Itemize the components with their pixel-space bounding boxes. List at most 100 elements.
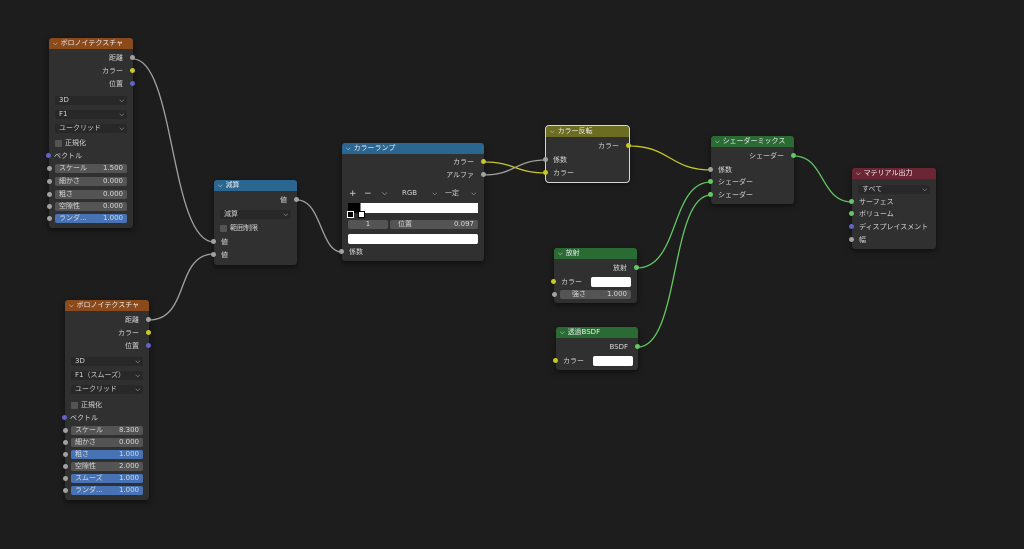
stop-handle-white[interactable] (358, 211, 365, 218)
normalize-checkbox[interactable]: 正規化 (55, 139, 86, 148)
chevron-down-icon[interactable]: ⌵ (550, 126, 555, 137)
color-ramp-node[interactable]: ⌵ カラーランプ カラー アルファ + − ⌵ RGB ⌵ 一定 ⌵ 1 位置 0.09… (339, 143, 486, 261)
voronoi-texture-node-1[interactable]: ⌵ ボロノイテクスチャ 距離 カラー 位置 3D ⌵ F1 ⌵ ユークリッド ⌵ 正規化… (46, 38, 135, 228)
interpolation-dropdown[interactable]: 一定 ⌵ (441, 189, 479, 198)
operation-dropdown[interactable]: 減算 ⌵ (220, 210, 291, 219)
socket-icon[interactable] (543, 157, 548, 162)
node-header[interactable]: ⌵ マテリアル出力 (852, 168, 936, 179)
socket-icon[interactable] (339, 249, 344, 254)
stop-position-field[interactable]: 位置 0.097 (390, 220, 478, 229)
socket-icon[interactable] (146, 317, 151, 322)
socket-icon[interactable] (46, 153, 51, 158)
socket-icon[interactable] (849, 199, 854, 204)
material-output-node[interactable]: ⌵ マテリアル出力 すべて ⌵ サーフェス ボリューム ディスプレイスメント 幅 (849, 168, 936, 249)
smoothness-field[interactable]: スムーズ 1.000 (63, 474, 143, 483)
socket-icon[interactable] (481, 172, 486, 177)
feature-dropdown[interactable]: F1 ⌵ (55, 110, 127, 119)
node-header[interactable]: ⌵ 減算 (214, 180, 297, 191)
socket-icon[interactable] (481, 159, 486, 164)
feature-dropdown[interactable]: F1（スムーズ） ⌵ (71, 371, 143, 380)
socket-icon[interactable] (551, 279, 556, 284)
socket-icon[interactable] (146, 343, 151, 348)
socket-icon[interactable] (635, 344, 640, 349)
detail-field[interactable]: 細かさ 0.000 (47, 177, 127, 186)
invert-color-node[interactable]: ⌵ カラー反転 カラー 係数 カラー (543, 125, 631, 183)
socket-icon[interactable] (130, 68, 135, 73)
color-mode-dropdown[interactable]: RGB ⌵ (398, 189, 440, 198)
socket-icon[interactable] (62, 415, 67, 420)
emission-color-swatch[interactable] (591, 277, 631, 287)
roughness-field[interactable]: 粗さ 0.000 (47, 190, 127, 199)
node-header[interactable]: ⌵ ボロノイテクスチャ (49, 38, 133, 49)
metric-dropdown[interactable]: ユークリッド ⌵ (55, 124, 127, 133)
strength-field[interactable]: 強さ 1.000 (552, 290, 631, 299)
dimensions-dropdown[interactable]: 3D ⌵ (71, 357, 143, 366)
scale-field[interactable]: スケール 8.300 (63, 426, 143, 435)
socket-icon[interactable] (294, 197, 299, 202)
randomness-field[interactable]: ランダ... 1.000 (47, 214, 127, 223)
chevron-down-icon: ⌵ (119, 97, 124, 104)
socket-icon[interactable] (626, 143, 631, 148)
node-title: マテリアル出力 (863, 169, 913, 177)
socket-icon[interactable] (130, 55, 135, 60)
socket-icon[interactable] (708, 167, 713, 172)
node-header[interactable]: ⌵ ボロノイテクスチャ (65, 300, 149, 311)
scale-field[interactable]: スケール 1.500 (47, 164, 127, 173)
chevron-down-icon[interactable]: ⌵ (856, 168, 861, 179)
socket-icon[interactable] (553, 358, 558, 363)
add-stop-button[interactable]: + (349, 189, 357, 199)
transparent-color-swatch[interactable] (593, 356, 633, 366)
active-stop-index[interactable]: 1 (348, 220, 388, 229)
dimensions-dropdown[interactable]: 3D ⌵ (55, 96, 127, 105)
socket-icon[interactable] (146, 330, 151, 335)
input-factor: 係数 (339, 247, 363, 257)
socket-icon[interactable] (211, 239, 216, 244)
socket-icon[interactable] (849, 224, 854, 229)
remove-stop-button[interactable]: − (364, 189, 372, 199)
detail-field[interactable]: 細かさ 0.000 (63, 438, 143, 447)
emission-node[interactable]: ⌵ 放射 放射 カラー 強さ 1.000 (551, 248, 639, 303)
socket-icon[interactable] (708, 179, 713, 184)
metric-dropdown[interactable]: ユークリッド ⌵ (71, 385, 143, 394)
socket-icon[interactable] (543, 170, 548, 175)
node-header[interactable]: ⌵ カラーランプ (342, 143, 484, 154)
socket-icon[interactable] (211, 252, 216, 257)
input-vector: ベクトル (46, 151, 82, 161)
node-header[interactable]: ⌵ シェーダーミックス (711, 136, 794, 147)
ramp-menu-icon[interactable]: ⌵ (382, 189, 387, 198)
node-title: ボロノイテクスチャ (76, 301, 140, 309)
node-header[interactable]: ⌵ 放射 (554, 248, 637, 259)
socket-icon[interactable] (791, 153, 796, 158)
chevron-down-icon[interactable]: ⌵ (53, 38, 58, 49)
normalize-checkbox[interactable]: 正規化 (71, 401, 102, 410)
roughness-field[interactable]: 粗さ 1.000 (63, 450, 143, 459)
color-ramp-gradient[interactable] (348, 203, 478, 213)
node-header[interactable]: ⌵ カラー反転 (546, 126, 629, 137)
mix-shader-node[interactable]: ⌵ シェーダーミックス シェーダー 係数 シェーダー シェーダー (708, 136, 796, 204)
chevron-down-icon[interactable]: ⌵ (346, 143, 351, 154)
chevron-down-icon: ⌵ (922, 186, 927, 193)
chevron-down-icon[interactable]: ⌵ (560, 327, 565, 338)
socket-icon[interactable] (634, 265, 639, 270)
socket-icon[interactable] (708, 192, 713, 197)
chevron-down-icon[interactable]: ⌵ (69, 300, 74, 311)
voronoi-texture-node-2[interactable]: ⌵ ボロノイテクスチャ 距離 カラー 位置 3D ⌵ F1（スムーズ） ⌵ ユークリッ… (62, 300, 151, 500)
link-invert-mix (628, 145, 712, 171)
socket-icon[interactable] (849, 237, 854, 242)
socket-icon[interactable] (849, 211, 854, 216)
clamp-checkbox[interactable]: 範囲制限 (220, 224, 258, 233)
randomness-field[interactable]: ランダ... 1.000 (63, 486, 143, 495)
chevron-down-icon[interactable]: ⌵ (715, 136, 720, 147)
chevron-down-icon[interactable]: ⌵ (218, 180, 223, 191)
stop-handle-black[interactable] (347, 211, 354, 218)
transparent-bsdf-node[interactable]: ⌵ 透過BSDF BSDF カラー (553, 327, 640, 370)
chevron-down-icon[interactable]: ⌵ (558, 248, 563, 259)
socket-icon[interactable] (130, 81, 135, 86)
lacunarity-field[interactable]: 空隙性 0.000 (47, 202, 127, 211)
output-position: 位置 (125, 341, 151, 351)
lacunarity-field[interactable]: 空隙性 2.000 (63, 462, 143, 471)
node-header[interactable]: ⌵ 透過BSDF (556, 327, 638, 338)
stop-color-swatch[interactable] (348, 234, 478, 244)
math-subtract-node[interactable]: ⌵ 減算 値 減算 ⌵ 範囲制限 値 値 (211, 180, 299, 265)
target-dropdown[interactable]: すべて ⌵ (858, 185, 930, 194)
